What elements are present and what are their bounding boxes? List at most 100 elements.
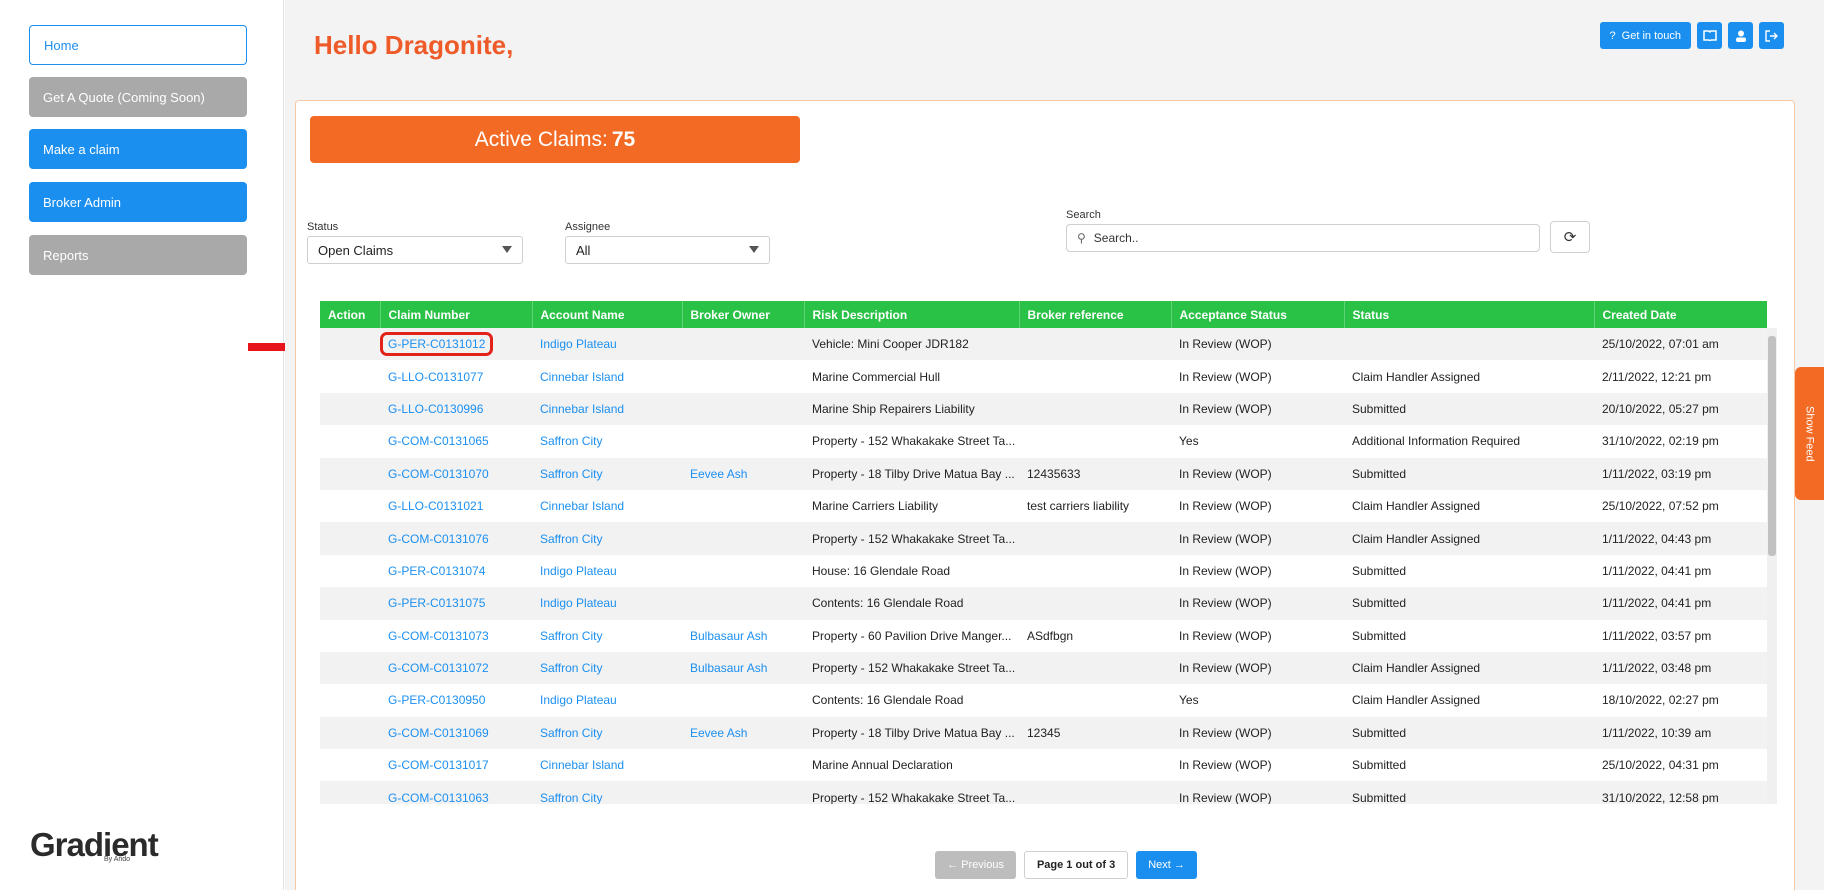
get-in-touch-button[interactable]: ? Get in touch [1599,22,1691,49]
col-header[interactable]: Acceptance Status [1171,301,1345,328]
search-input[interactable]: ⚲ Search.. [1066,224,1540,252]
table-row[interactable]: G-COM-C0131065 Saffron City Property - 152… [320,425,1767,458]
col-header[interactable]: Account Name [532,301,683,328]
table-row[interactable]: G-PER-C0131075 Indigo Plateau Contents: 16… [320,587,1767,620]
logout-icon[interactable] [1759,22,1784,49]
col-header[interactable]: Created Date [1594,301,1767,328]
broker-owner-link[interactable]: Eevee Ash [682,458,804,490]
broker-owner-link[interactable] [682,555,804,587]
account-name-link[interactable]: Saffron City [532,620,682,652]
table-row[interactable]: G-LLO-C0131021 Cinnebar Island Marine Carr… [320,489,1767,523]
user-icon[interactable] [1728,22,1753,49]
table-row[interactable]: G-LLO-C0131077 Cinnebar Island Marine Comm… [320,360,1767,393]
next-button[interactable]: Next → [1136,851,1197,879]
account-name-link[interactable]: Saffron City [532,458,682,490]
status-filter-label: Status [307,221,339,233]
table-row[interactable]: G-COM-C0131069 Saffron City Eevee Ash Prope… [320,716,1767,750]
claims-table: Action Claim Number Account Name Broker … [320,301,1767,804]
account-name-link[interactable]: Indigo Plateau [532,328,682,360]
table-row[interactable]: G-COM-C0131070 Saffron City Eevee Ash Prope… [320,457,1767,490]
scrollbar-thumb[interactable] [1768,336,1776,556]
claim-number-link[interactable]: G-LLO-C0131021 [380,490,532,522]
claim-number-link[interactable]: G-PER-C0130950 [380,684,532,716]
account-name-link[interactable]: Cinnebar Island [532,393,682,425]
account-name-link[interactable]: Cinnebar Island [532,749,682,781]
broker-owner-link[interactable]: Bulbasaur Ash [682,652,804,684]
broker-owner-link[interactable] [682,587,804,619]
account-name-link[interactable]: Indigo Plateau [532,587,682,619]
claim-number-link[interactable]: G-COM-C0131073 [380,620,532,652]
account-name-link[interactable]: Cinnebar Island [532,490,682,522]
table-row[interactable]: G-COM-C0131076 Saffron City Property - 152… [320,522,1767,555]
broker-owner-link[interactable] [682,749,804,781]
claim-number-link[interactable]: G-COM-C0131076 [380,522,532,554]
account-name-link[interactable]: Indigo Plateau [532,555,682,587]
col-header[interactable]: Action [320,301,381,328]
table-row[interactable]: G-COM-C0131063 Saffron City Property - 152… [320,781,1767,804]
claim-number-link[interactable]: G-COM-C0131069 [380,717,532,749]
broker-owner-link[interactable] [682,684,804,716]
sidebar-item-broker-admin[interactable]: Broker Admin [29,182,247,222]
table-row[interactable]: G-PER-C0131012 Indigo Plateau Vehicle: Min… [320,328,1767,361]
col-header[interactable]: Broker reference [1019,301,1172,328]
broker-owner-link[interactable] [682,781,804,804]
acceptance-status-cell: In Review (WOP) [1179,337,1272,352]
claim-number-link[interactable]: G-PER-C0131012 [380,328,532,360]
chevron-down-icon [502,246,512,253]
claim-number-link[interactable]: G-COM-C0131065 [380,425,532,457]
account-name-link[interactable]: Saffron City [532,652,682,684]
broker-owner-link[interactable] [682,328,804,360]
claim-number-link[interactable]: G-COM-C0131063 [380,781,532,804]
claim-number-link[interactable]: G-PER-C0131075 [380,587,532,619]
top-actions: ? Get in touch [1599,22,1784,49]
broker-owner-link[interactable] [682,522,804,554]
claim-number-link[interactable]: G-LLO-C0130996 [380,393,532,425]
table-row[interactable]: G-LLO-C0130996 Cinnebar Island Marine Ship… [320,392,1767,426]
account-name-link[interactable]: Saffron City [532,717,682,749]
assignee-filter-select[interactable]: All [565,236,770,264]
status-filter-select[interactable]: Open Claims [307,236,523,264]
status-cell: Submitted [1352,563,1407,578]
table-row[interactable]: G-COM-C0131017 Cinnebar Island Marine Annu… [320,749,1767,782]
claim-number-link[interactable]: G-COM-C0131070 [380,458,532,490]
sidebar-item-make-a-claim[interactable]: Make a claim [29,129,247,169]
status-filter-value: Open Claims [318,242,394,258]
claim-number-link[interactable]: G-PER-C0131074 [380,555,532,587]
broker-reference-cell [1019,555,1171,587]
account-name-link[interactable]: Indigo Plateau [532,684,682,716]
sidebar-item-get-a-quote[interactable]: Get A Quote (Coming Soon) [29,77,247,117]
table-row[interactable]: G-COM-C0131072 Saffron City Bulbasaur Ash P… [320,651,1767,685]
table-row[interactable]: G-PER-C0130950 Indigo Plateau Contents: 16… [320,684,1767,717]
claim-number-link[interactable]: G-COM-C0131017 [380,749,532,781]
sidebar-item-home[interactable]: Home [29,25,247,65]
refresh-button[interactable]: ⟳ [1550,221,1590,253]
book-icon[interactable] [1697,22,1722,49]
highlighted-claim-number[interactable]: G-PER-C0131012 [380,332,494,357]
broker-owner-link[interactable] [682,490,804,522]
broker-owner-link[interactable] [682,393,804,425]
risk-description-cell: Marine Commercial Hull [812,369,941,384]
broker-owner-link[interactable] [682,425,804,457]
previous-button[interactable]: ← Previous [935,851,1016,879]
account-name-link[interactable]: Saffron City [532,781,682,804]
col-header[interactable]: Status [1344,301,1595,328]
broker-owner-link[interactable]: Eevee Ash [682,717,804,749]
show-feed-tab[interactable]: Show Feed [1795,367,1824,500]
account-name-link[interactable]: Saffron City [532,522,682,554]
sidebar-item-reports[interactable]: Reports [29,235,247,275]
table-row[interactable]: G-COM-C0131073 Saffron City Bulbasaur Ash P… [320,619,1767,652]
col-header[interactable]: Claim Number [380,301,533,328]
col-header[interactable]: Risk Description [804,301,1020,328]
table-row[interactable]: G-PER-C0131074 Indigo Plateau House: 16 Gl… [320,554,1767,588]
claim-number-link[interactable]: G-LLO-C0131077 [380,360,532,392]
table-scrollbar[interactable] [1767,328,1777,804]
account-name-link[interactable]: Saffron City [532,425,682,457]
broker-reference-cell: test carriers liability [1027,499,1130,514]
broker-owner-link[interactable] [682,360,804,392]
broker-reference-cell [1019,360,1171,392]
active-claims-count: 75 [611,127,636,151]
claim-number-link[interactable]: G-COM-C0131072 [380,652,532,684]
broker-owner-link[interactable]: Bulbasaur Ash [682,620,804,652]
col-header[interactable]: Broker Owner [682,301,805,328]
account-name-link[interactable]: Cinnebar Island [532,360,682,392]
